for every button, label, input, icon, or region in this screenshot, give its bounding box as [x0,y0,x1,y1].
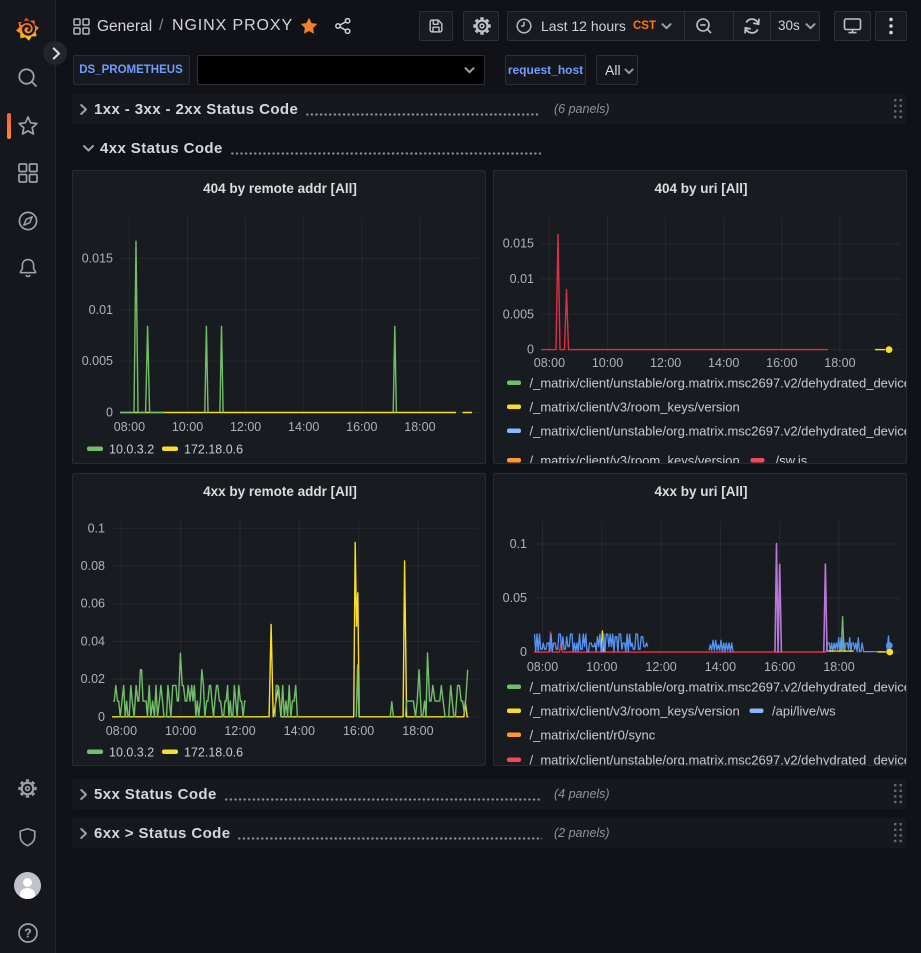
svg-text:0.06: 0.06 [81,597,105,611]
svg-text:10:00: 10:00 [586,660,617,674]
svg-text:/_matrix/client/r0/sync: /_matrix/client/r0/sync [530,728,656,743]
svg-text:12:00: 12:00 [224,724,255,738]
svg-text:0.1: 0.1 [88,521,105,535]
svg-text:/_matrix/client/unstable/org.m: /_matrix/client/unstable/org.matrix.msc2… [530,376,908,391]
svg-text:404 by uri [All]: 404 by uri [All] [654,181,747,196]
svg-text:/_matrix/client/v3/room_keys/v: /_matrix/client/v3/room_keys/version [530,704,740,719]
svg-text:18:00: 18:00 [823,660,854,674]
svg-text:0: 0 [520,645,527,659]
svg-text:/_matrix/client/v3/room_keys/v: /_matrix/client/v3/room_keys/version [530,453,740,464]
svg-text:14:00: 14:00 [284,724,315,738]
svg-text:/api/live/ws: /api/live/ws [772,704,836,719]
svg-text:12:00: 12:00 [650,356,681,370]
svg-text:0.005: 0.005 [503,307,534,321]
svg-text:0.015: 0.015 [82,252,113,266]
svg-text:08:00: 08:00 [114,420,145,434]
svg-text:14:00: 14:00 [288,420,319,434]
svg-text:0.005: 0.005 [82,354,113,368]
svg-text:/_matrix/client/unstable/org.m: /_matrix/client/unstable/org.matrix.msc2… [530,424,908,439]
svg-text:14:00: 14:00 [708,356,739,370]
svg-text:0.01: 0.01 [510,272,534,286]
svg-text:/_matrix/client/unstable/org.m: /_matrix/client/unstable/org.matrix.msc2… [530,680,908,695]
svg-text:16:00: 16:00 [764,660,795,674]
svg-text:0.08: 0.08 [81,559,105,573]
svg-text:16:00: 16:00 [343,724,374,738]
svg-text:10:00: 10:00 [165,724,196,738]
svg-text:08:00: 08:00 [534,356,565,370]
svg-text:404 by remote addr [All]: 404 by remote addr [All] [203,181,357,196]
svg-text:12:00: 12:00 [645,660,676,674]
svg-text:08:00: 08:00 [527,660,558,674]
svg-text:0.01: 0.01 [89,303,113,317]
svg-text:0: 0 [106,406,113,420]
svg-text:4xx by uri [All]: 4xx by uri [All] [654,484,747,499]
svg-text:0.04: 0.04 [81,634,105,648]
svg-text:/sw.js: /sw.js [776,453,808,464]
svg-text:16:00: 16:00 [766,356,797,370]
svg-text:4xx by remote addr [All]: 4xx by remote addr [All] [203,484,357,499]
svg-text:16:00: 16:00 [346,420,377,434]
svg-text:10:00: 10:00 [592,356,623,370]
svg-text:0.05: 0.05 [503,591,527,605]
svg-text:0.02: 0.02 [81,672,105,686]
svg-text:0: 0 [98,710,105,724]
svg-text:?: ? [24,926,32,940]
svg-text:18:00: 18:00 [402,724,433,738]
svg-text:172.18.0.6: 172.18.0.6 [184,443,243,457]
svg-text:/_matrix/client/unstable/org.m: /_matrix/client/unstable/org.matrix.msc2… [530,753,908,767]
svg-text:0: 0 [527,343,534,357]
svg-text:10:00: 10:00 [172,420,203,434]
svg-text:10.0.3.2: 10.0.3.2 [109,746,154,760]
svg-text:18:00: 18:00 [404,420,435,434]
svg-text:14:00: 14:00 [705,660,736,674]
svg-text:12:00: 12:00 [230,420,261,434]
svg-text:/_matrix/client/v3/room_keys/v: /_matrix/client/v3/room_keys/version [530,400,740,415]
svg-text:0.1: 0.1 [510,537,527,551]
svg-text:172.18.0.6: 172.18.0.6 [184,746,243,760]
svg-text:0.015: 0.015 [503,237,534,251]
svg-text:18:00: 18:00 [824,356,855,370]
svg-text:08:00: 08:00 [106,724,137,738]
svg-text:10.0.3.2: 10.0.3.2 [109,443,154,457]
